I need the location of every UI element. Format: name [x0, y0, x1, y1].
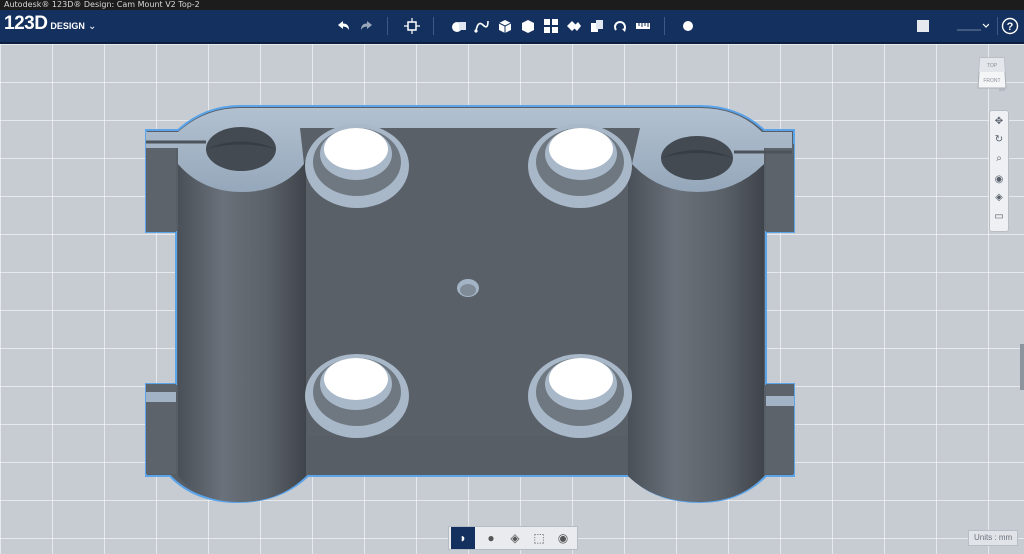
sign-in-button[interactable] [955, 16, 989, 36]
left-slot [146, 392, 176, 402]
solid-view-button[interactable]: ◗ [451, 527, 475, 549]
side-scroll-handle[interactable] [1020, 344, 1024, 390]
app-toolbar: 123D DESIGN ⌄ ? [0, 10, 1024, 44]
pattern-button[interactable] [541, 16, 561, 36]
logo-sub: DESIGN [50, 21, 85, 31]
logo-main: 123D [4, 13, 48, 34]
bottom-view-toolbar: ◗ ● ◈ ⬚ ◉ [448, 526, 578, 550]
orbit-icon: ↻ [994, 134, 1004, 145]
measure-icon [636, 23, 650, 29]
material-view-icon: ● [487, 531, 495, 545]
left-upper-tab[interactable] [146, 144, 176, 232]
redo-button[interactable] [357, 16, 377, 36]
pan-button[interactable]: ✥ [992, 115, 1006, 129]
right-upper-tab[interactable] [766, 144, 794, 232]
modify-button[interactable] [518, 16, 538, 36]
counterbore-top-right[interactable] [528, 124, 632, 208]
component-view-button[interactable]: ⬚ [527, 527, 551, 549]
fit-button[interactable]: ◉ [992, 173, 1006, 187]
chevron-down-icon: ⌄ [87, 21, 97, 32]
3d-viewport[interactable]: TOP FRONT ✥ ↻ ⌕ ◉ ◈ ▭ [0, 44, 1024, 554]
combine-button[interactable] [587, 16, 607, 36]
visibility-button[interactable]: ▭ [992, 210, 1006, 224]
construct-button[interactable] [495, 16, 515, 36]
sketch-button[interactable] [472, 16, 492, 36]
snap-icon [614, 21, 626, 32]
solid-view-icon: ◗ [459, 531, 467, 545]
toolbar-separator [433, 17, 434, 35]
viewcube-top-label: TOP [987, 63, 998, 69]
transform-button[interactable] [402, 16, 422, 36]
visibility-toggle-icon: ◉ [557, 531, 569, 545]
transform-icon [404, 18, 420, 34]
undo-button[interactable] [333, 16, 353, 36]
redo-icon [361, 21, 372, 30]
window-titlebar: Autodesk® 123D® Design: Cam Mount V2 Top… [0, 0, 1024, 10]
primitives-button[interactable] [449, 16, 469, 36]
view-button[interactable]: ◈ [992, 191, 1006, 205]
undo-icon [338, 21, 349, 30]
help-button[interactable]: ? [1000, 16, 1020, 36]
units-indicator[interactable]: Units : mm [968, 530, 1019, 546]
grouping-button[interactable] [564, 16, 584, 36]
left-cylinder[interactable] [178, 162, 306, 502]
counterbore-bottom-right[interactable] [528, 354, 632, 438]
app-menu-logo[interactable]: 123D DESIGN ⌄ [4, 13, 96, 35]
zoom-button[interactable]: ⌕ [992, 152, 1006, 166]
zoom-icon: ⌕ [996, 153, 1002, 164]
view-cube[interactable]: TOP FRONT [976, 54, 1008, 92]
measure-button[interactable] [633, 16, 653, 36]
toolbar-separator [664, 17, 665, 35]
pan-icon: ✥ [994, 116, 1004, 127]
counterbore-bottom-left[interactable] [305, 354, 409, 438]
outline-view-icon: ◈ [510, 531, 520, 545]
view-icon: ◈ [995, 192, 1003, 203]
material-button[interactable] [678, 16, 698, 36]
right-cylinder[interactable] [628, 162, 764, 502]
left-bore-hole[interactable] [206, 127, 276, 171]
toolbar-separator [387, 17, 388, 35]
right-bore-hole[interactable] [661, 136, 733, 180]
sketch-icon [474, 20, 489, 33]
snap-button[interactable] [610, 16, 630, 36]
cam-mount-model[interactable] [0, 44, 1024, 554]
orbit-button[interactable]: ↻ [992, 133, 1006, 147]
panel-button[interactable] [913, 16, 933, 36]
panel-icon [917, 20, 929, 32]
visibility-toggle-button[interactable]: ◉ [551, 527, 575, 549]
visibility-icon: ▭ [994, 211, 1004, 222]
construct-icon [498, 20, 512, 33]
modify-icon [522, 20, 534, 33]
right-slot [766, 396, 794, 406]
material-view-button[interactable]: ● [479, 527, 503, 549]
combine-icon [591, 20, 603, 32]
primitives-icon [452, 22, 466, 32]
pattern-icon [544, 19, 558, 33]
center-pin-hole-inner [460, 284, 476, 296]
help-icon: ? [1001, 17, 1019, 35]
component-view-icon: ⬚ [533, 531, 545, 545]
material-icon [683, 21, 693, 31]
help-glyph: ? [1007, 21, 1014, 33]
outline-view-button[interactable]: ◈ [503, 527, 527, 549]
viewcube-front-label: FRONT [983, 78, 1000, 84]
toolbar-separator [997, 17, 998, 35]
grouping-icon [567, 21, 581, 31]
sign-in-icon [957, 23, 989, 31]
counterbore-top-left[interactable] [305, 124, 409, 208]
fit-icon: ◉ [994, 174, 1004, 185]
window-title: Autodesk® 123D® Design: Cam Mount V2 Top… [4, 0, 200, 9]
navigation-panel: ✥ ↻ ⌕ ◉ ◈ ▭ [989, 110, 1009, 232]
